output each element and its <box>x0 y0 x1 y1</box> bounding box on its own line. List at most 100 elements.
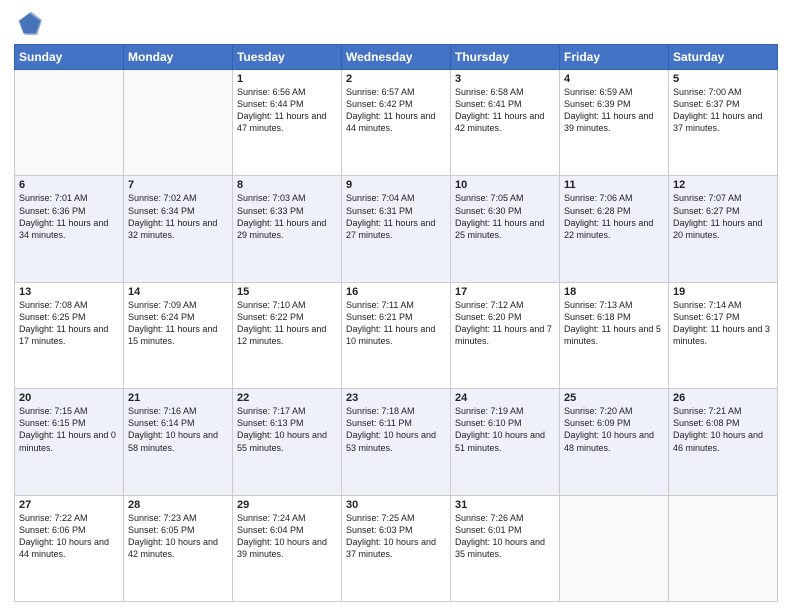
calendar-cell: 31Sunrise: 7:26 AM Sunset: 6:01 PM Dayli… <box>451 495 560 601</box>
calendar-header-row: SundayMondayTuesdayWednesdayThursdayFrid… <box>15 45 778 70</box>
day-number: 7 <box>128 179 228 191</box>
calendar-cell: 22Sunrise: 7:17 AM Sunset: 6:13 PM Dayli… <box>233 389 342 495</box>
calendar-cell: 18Sunrise: 7:13 AM Sunset: 6:18 PM Dayli… <box>560 282 669 388</box>
day-info: Sunrise: 7:26 AM Sunset: 6:01 PM Dayligh… <box>455 512 555 561</box>
day-info: Sunrise: 7:09 AM Sunset: 6:24 PM Dayligh… <box>128 299 228 348</box>
day-info: Sunrise: 6:58 AM Sunset: 6:41 PM Dayligh… <box>455 86 555 135</box>
day-info: Sunrise: 7:07 AM Sunset: 6:27 PM Dayligh… <box>673 192 773 241</box>
day-number: 21 <box>128 392 228 404</box>
day-info: Sunrise: 7:16 AM Sunset: 6:14 PM Dayligh… <box>128 405 228 454</box>
calendar-cell <box>669 495 778 601</box>
day-info: Sunrise: 7:18 AM Sunset: 6:11 PM Dayligh… <box>346 405 446 454</box>
page: SundayMondayTuesdayWednesdayThursdayFrid… <box>0 0 792 612</box>
day-number: 29 <box>237 499 337 511</box>
day-number: 10 <box>455 179 555 191</box>
calendar-cell: 10Sunrise: 7:05 AM Sunset: 6:30 PM Dayli… <box>451 176 560 282</box>
weekday-header: Friday <box>560 45 669 70</box>
day-info: Sunrise: 7:04 AM Sunset: 6:31 PM Dayligh… <box>346 192 446 241</box>
day-info: Sunrise: 7:14 AM Sunset: 6:17 PM Dayligh… <box>673 299 773 348</box>
calendar-cell: 2Sunrise: 6:57 AM Sunset: 6:42 PM Daylig… <box>342 70 451 176</box>
day-number: 30 <box>346 499 446 511</box>
calendar-cell: 5Sunrise: 7:00 AM Sunset: 6:37 PM Daylig… <box>669 70 778 176</box>
day-number: 25 <box>564 392 664 404</box>
day-info: Sunrise: 7:03 AM Sunset: 6:33 PM Dayligh… <box>237 192 337 241</box>
day-number: 6 <box>19 179 119 191</box>
day-info: Sunrise: 7:05 AM Sunset: 6:30 PM Dayligh… <box>455 192 555 241</box>
day-number: 4 <box>564 73 664 85</box>
calendar-cell: 30Sunrise: 7:25 AM Sunset: 6:03 PM Dayli… <box>342 495 451 601</box>
calendar-cell: 1Sunrise: 6:56 AM Sunset: 6:44 PM Daylig… <box>233 70 342 176</box>
day-info: Sunrise: 7:22 AM Sunset: 6:06 PM Dayligh… <box>19 512 119 561</box>
weekday-header: Monday <box>124 45 233 70</box>
day-info: Sunrise: 6:59 AM Sunset: 6:39 PM Dayligh… <box>564 86 664 135</box>
day-number: 2 <box>346 73 446 85</box>
weekday-header: Saturday <box>669 45 778 70</box>
day-number: 31 <box>455 499 555 511</box>
day-number: 9 <box>346 179 446 191</box>
calendar-cell: 6Sunrise: 7:01 AM Sunset: 6:36 PM Daylig… <box>15 176 124 282</box>
calendar-cell: 19Sunrise: 7:14 AM Sunset: 6:17 PM Dayli… <box>669 282 778 388</box>
day-number: 5 <box>673 73 773 85</box>
day-info: Sunrise: 7:23 AM Sunset: 6:05 PM Dayligh… <box>128 512 228 561</box>
calendar-cell: 28Sunrise: 7:23 AM Sunset: 6:05 PM Dayli… <box>124 495 233 601</box>
day-info: Sunrise: 7:15 AM Sunset: 6:15 PM Dayligh… <box>19 405 119 454</box>
header <box>14 10 778 38</box>
weekday-header: Sunday <box>15 45 124 70</box>
calendar-cell: 4Sunrise: 6:59 AM Sunset: 6:39 PM Daylig… <box>560 70 669 176</box>
calendar-cell: 13Sunrise: 7:08 AM Sunset: 6:25 PM Dayli… <box>15 282 124 388</box>
day-info: Sunrise: 7:01 AM Sunset: 6:36 PM Dayligh… <box>19 192 119 241</box>
weekday-header: Wednesday <box>342 45 451 70</box>
day-number: 18 <box>564 286 664 298</box>
day-number: 24 <box>455 392 555 404</box>
calendar-cell: 7Sunrise: 7:02 AM Sunset: 6:34 PM Daylig… <box>124 176 233 282</box>
calendar-cell <box>560 495 669 601</box>
calendar-cell: 29Sunrise: 7:24 AM Sunset: 6:04 PM Dayli… <box>233 495 342 601</box>
calendar-cell <box>124 70 233 176</box>
calendar-cell: 17Sunrise: 7:12 AM Sunset: 6:20 PM Dayli… <box>451 282 560 388</box>
day-number: 1 <box>237 73 337 85</box>
calendar-cell: 8Sunrise: 7:03 AM Sunset: 6:33 PM Daylig… <box>233 176 342 282</box>
day-info: Sunrise: 6:56 AM Sunset: 6:44 PM Dayligh… <box>237 86 337 135</box>
calendar-table: SundayMondayTuesdayWednesdayThursdayFrid… <box>14 44 778 602</box>
day-number: 8 <box>237 179 337 191</box>
day-info: Sunrise: 7:24 AM Sunset: 6:04 PM Dayligh… <box>237 512 337 561</box>
calendar-cell: 11Sunrise: 7:06 AM Sunset: 6:28 PM Dayli… <box>560 176 669 282</box>
calendar-cell: 12Sunrise: 7:07 AM Sunset: 6:27 PM Dayli… <box>669 176 778 282</box>
calendar-cell: 24Sunrise: 7:19 AM Sunset: 6:10 PM Dayli… <box>451 389 560 495</box>
calendar-week-row: 1Sunrise: 6:56 AM Sunset: 6:44 PM Daylig… <box>15 70 778 176</box>
day-number: 27 <box>19 499 119 511</box>
calendar-week-row: 6Sunrise: 7:01 AM Sunset: 6:36 PM Daylig… <box>15 176 778 282</box>
day-number: 19 <box>673 286 773 298</box>
day-info: Sunrise: 7:06 AM Sunset: 6:28 PM Dayligh… <box>564 192 664 241</box>
day-info: Sunrise: 7:17 AM Sunset: 6:13 PM Dayligh… <box>237 405 337 454</box>
day-number: 22 <box>237 392 337 404</box>
day-info: Sunrise: 7:10 AM Sunset: 6:22 PM Dayligh… <box>237 299 337 348</box>
day-number: 23 <box>346 392 446 404</box>
calendar-cell: 20Sunrise: 7:15 AM Sunset: 6:15 PM Dayli… <box>15 389 124 495</box>
day-info: Sunrise: 7:00 AM Sunset: 6:37 PM Dayligh… <box>673 86 773 135</box>
day-info: Sunrise: 7:25 AM Sunset: 6:03 PM Dayligh… <box>346 512 446 561</box>
calendar-cell: 27Sunrise: 7:22 AM Sunset: 6:06 PM Dayli… <box>15 495 124 601</box>
calendar-cell: 16Sunrise: 7:11 AM Sunset: 6:21 PM Dayli… <box>342 282 451 388</box>
day-info: Sunrise: 7:08 AM Sunset: 6:25 PM Dayligh… <box>19 299 119 348</box>
logo-icon <box>14 10 42 38</box>
day-number: 14 <box>128 286 228 298</box>
day-number: 12 <box>673 179 773 191</box>
day-number: 28 <box>128 499 228 511</box>
day-number: 20 <box>19 392 119 404</box>
calendar-week-row: 13Sunrise: 7:08 AM Sunset: 6:25 PM Dayli… <box>15 282 778 388</box>
day-info: Sunrise: 7:19 AM Sunset: 6:10 PM Dayligh… <box>455 405 555 454</box>
day-info: Sunrise: 7:13 AM Sunset: 6:18 PM Dayligh… <box>564 299 664 348</box>
calendar-cell: 25Sunrise: 7:20 AM Sunset: 6:09 PM Dayli… <box>560 389 669 495</box>
calendar-cell: 14Sunrise: 7:09 AM Sunset: 6:24 PM Dayli… <box>124 282 233 388</box>
day-info: Sunrise: 7:12 AM Sunset: 6:20 PM Dayligh… <box>455 299 555 348</box>
day-info: Sunrise: 7:11 AM Sunset: 6:21 PM Dayligh… <box>346 299 446 348</box>
weekday-header: Thursday <box>451 45 560 70</box>
calendar-cell: 15Sunrise: 7:10 AM Sunset: 6:22 PM Dayli… <box>233 282 342 388</box>
day-number: 3 <box>455 73 555 85</box>
day-number: 17 <box>455 286 555 298</box>
calendar-cell <box>15 70 124 176</box>
day-info: Sunrise: 7:21 AM Sunset: 6:08 PM Dayligh… <box>673 405 773 454</box>
day-number: 15 <box>237 286 337 298</box>
day-number: 11 <box>564 179 664 191</box>
